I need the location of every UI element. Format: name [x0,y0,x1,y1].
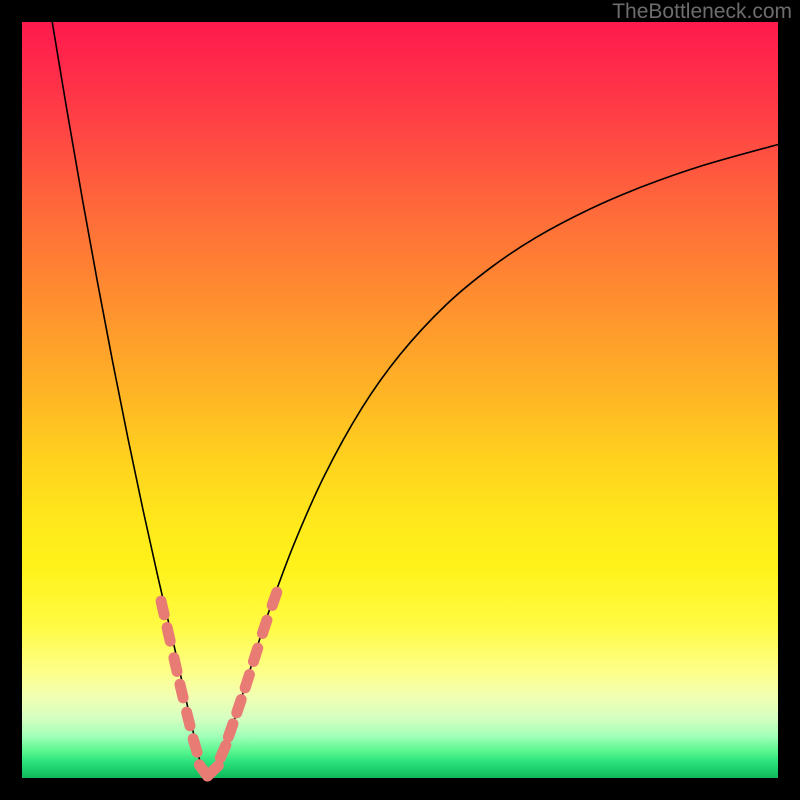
data-point [247,641,265,668]
data-point [186,732,204,759]
data-point [180,706,197,733]
chart-svg [22,22,778,778]
data-point [173,678,189,705]
data-point [265,585,284,612]
bottleneck-curve [52,22,778,777]
data-point [255,613,273,640]
data-point [238,668,256,695]
data-point [154,594,170,621]
highlighted-points-group [154,585,283,784]
data-point [167,651,183,678]
data-point [230,693,248,720]
watermark-text: TheBottleneck.com [612,0,792,24]
plot-area [22,22,778,778]
data-point [221,717,240,744]
data-point [161,621,177,648]
chart-frame: TheBottleneck.com [0,0,800,800]
